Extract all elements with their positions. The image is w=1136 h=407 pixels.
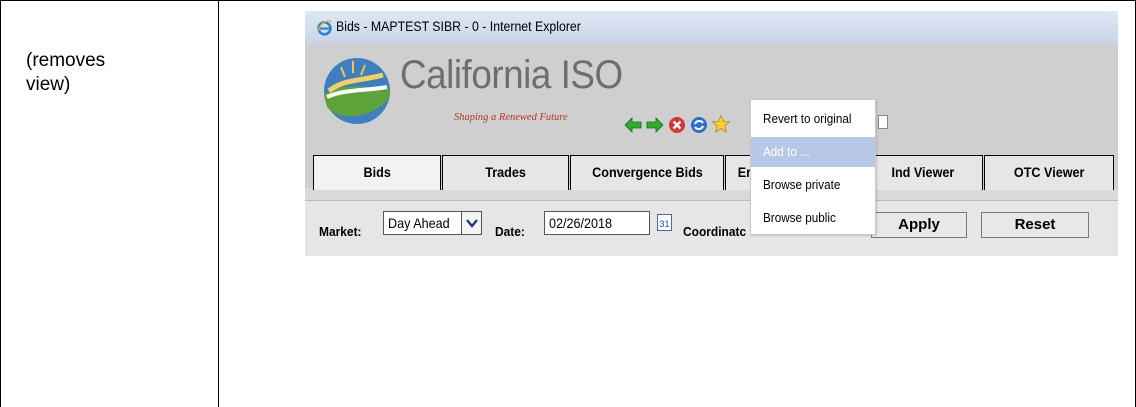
market-select[interactable]: Day Ahead bbox=[383, 211, 482, 235]
embedded-screenshot: Bids - MAPTEST SIBR - 0 - Internet Explo… bbox=[305, 11, 1118, 256]
removes-view-note: (removes view) bbox=[26, 50, 106, 95]
tab-ind-viewer[interactable]: Ind Viewer bbox=[863, 155, 983, 190]
reset-button[interactable]: Reset bbox=[981, 212, 1089, 238]
coordinator-label: Coordinatc bbox=[683, 224, 747, 239]
tab-convergence-bids[interactable]: Convergence Bids bbox=[570, 155, 724, 190]
menu-item-add-to[interactable]: Add to ... bbox=[751, 137, 875, 167]
favorites-context-menu: Revert to original Add to ... Browse pri… bbox=[750, 99, 876, 235]
tab-trades[interactable]: Trades bbox=[442, 155, 569, 190]
menu-item-browse-private[interactable]: Browse private bbox=[751, 170, 875, 200]
back-arrow-icon[interactable] bbox=[623, 115, 643, 135]
brand-tagline: Shaping a Renewed Future bbox=[454, 112, 568, 123]
market-label: Market: bbox=[319, 224, 362, 239]
california-iso-logo-icon bbox=[324, 58, 390, 124]
refresh-icon[interactable] bbox=[689, 115, 709, 135]
stop-icon[interactable] bbox=[667, 115, 687, 135]
internet-explorer-icon bbox=[317, 20, 332, 36]
window-title: Bids - MAPTEST SIBR - 0 - Internet Explo… bbox=[336, 18, 581, 34]
forward-arrow-icon[interactable] bbox=[645, 115, 665, 135]
window-titlebar: Bids - MAPTEST SIBR - 0 - Internet Explo… bbox=[305, 11, 1118, 43]
apply-button[interactable]: Apply bbox=[871, 212, 967, 238]
market-value: Day Ahead bbox=[388, 215, 450, 231]
table-border-top bbox=[0, 0, 1136, 1]
document-icon[interactable] bbox=[878, 115, 888, 129]
menu-item-browse-public[interactable]: Browse public bbox=[751, 203, 875, 233]
date-label: Date: bbox=[495, 224, 525, 239]
menu-item-revert-to-original[interactable]: Revert to original bbox=[751, 104, 875, 134]
date-field[interactable]: 02/26/2018 bbox=[544, 211, 650, 235]
filter-bar: Market: Day Ahead Date: 02/26/2018 31 Co… bbox=[305, 200, 1118, 256]
date-value: 02/26/2018 bbox=[549, 215, 613, 231]
table-column-divider bbox=[218, 0, 219, 407]
tab-otc-viewer[interactable]: OTC Viewer bbox=[984, 155, 1114, 190]
calendar-icon[interactable]: 31 bbox=[657, 214, 672, 231]
chevron-down-icon[interactable] bbox=[461, 212, 481, 234]
tab-bids[interactable]: Bids bbox=[313, 155, 441, 190]
table-border-left bbox=[0, 0, 1, 407]
tab-bar: Bids Trades Convergence Bids Er Ind View… bbox=[305, 145, 1118, 190]
brand-name: California ISO bbox=[400, 53, 623, 97]
favorites-star-icon[interactable] bbox=[711, 114, 731, 134]
